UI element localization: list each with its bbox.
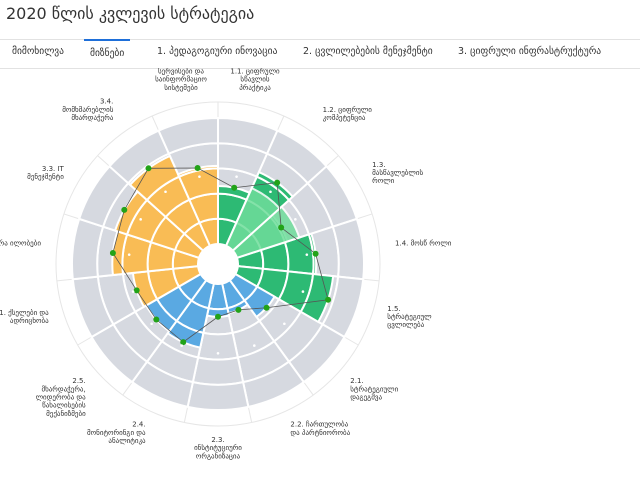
- wedge-marker: [283, 322, 286, 326]
- value-point: [274, 179, 281, 186]
- wedge-marker: [269, 190, 272, 194]
- category-label: 2.1. სტრატეგიული დაგეგმვა: [350, 377, 398, 401]
- radar-chart-area: 1.1. ციფრული სწავლის პრაქტიკა 1.2. ციფრული კ…: [0, 68, 640, 490]
- value-point: [231, 184, 238, 191]
- category-label: 2.5. მხარდაჭერა, ლიდერობა და წახალისების მექ…: [36, 377, 87, 418]
- tab-bar: მიმოხილვა მიზნები 1. პედაგოგიური ინოვაცი…: [0, 39, 640, 69]
- value-point: [235, 306, 242, 313]
- value-point: [109, 249, 116, 256]
- grid-spoke: [326, 155, 339, 167]
- wedge-marker: [235, 175, 238, 178]
- value-point: [133, 287, 140, 294]
- category-label: ინფრა ილობები: [0, 238, 41, 247]
- wedge-marker: [139, 218, 142, 221]
- category-label: 3.4. მომხმარებლის მხარდაჭერა: [62, 98, 114, 122]
- category-label: 3.5.პროგრამულიუზრუნველყოფის,სერვისები და…: [151, 68, 210, 92]
- value-point: [194, 165, 201, 172]
- radar-chart: 1.1. ციფრული სწავლის პრაქტიკა 1.2. ციფრული კ…: [0, 68, 452, 460]
- wedge-marker: [216, 352, 220, 355]
- ring-segment: [196, 331, 240, 361]
- grid-spoke: [276, 115, 285, 131]
- value-point: [121, 206, 128, 213]
- wedge-marker: [150, 322, 153, 326]
- category-label: 1. ქსელები და ადრიცხობა: [0, 309, 49, 325]
- wedge-marker: [253, 344, 256, 347]
- category-label: 1.5. სტრატეგიულ ცვლილება: [387, 305, 432, 329]
- wedge-marker: [180, 344, 183, 347]
- value-point: [263, 304, 270, 311]
- grid-spoke: [303, 381, 314, 396]
- grid-spoke: [183, 406, 189, 423]
- wedge-marker: [198, 175, 201, 178]
- tab-digital-infrastructure[interactable]: 3. ციფრული ინფრასტრუქტურა: [458, 46, 601, 57]
- category-label: 2.3. ინსტიტუციური ორგანიზაცია: [194, 436, 242, 460]
- ring-segment: [191, 356, 245, 386]
- grid-spoke: [356, 213, 373, 220]
- tab-pedagogical-innovation[interactable]: 1. პედაგოგიური ინოვაცია: [157, 46, 277, 57]
- wedge-marker: [305, 253, 309, 256]
- grid-spoke: [122, 381, 133, 396]
- value-point: [145, 165, 152, 172]
- grid-spoke: [56, 278, 73, 282]
- value-point: [278, 224, 285, 231]
- wedge-marker: [301, 290, 305, 293]
- grid-spoke: [77, 336, 92, 346]
- category-label: 1.2. ციფრული კომპეტენცია: [323, 105, 373, 122]
- wedge-marker: [294, 218, 297, 221]
- value-point: [153, 316, 160, 323]
- grid-spoke: [247, 406, 253, 423]
- value-point: [180, 339, 187, 346]
- tab-overview[interactable]: მიმოხილვა: [12, 46, 64, 57]
- grid-spoke: [151, 115, 160, 131]
- category-label: 1.3. მასწავლებლის როლი: [372, 161, 423, 185]
- tab-change-management[interactable]: 2. ცვლილებების მენეჯმენტი: [303, 46, 433, 57]
- category-label: 2.2. ჩართულობა და პარტნიორობა: [290, 420, 350, 437]
- value-point: [325, 296, 332, 303]
- wedge-marker: [164, 190, 167, 194]
- value-point: [215, 313, 221, 320]
- grid-spoke: [63, 213, 80, 220]
- tab-goals[interactable]: მიზნები: [84, 39, 131, 59]
- category-label: 1.1. ციფრული სწავლის პრაქტიკა: [230, 68, 280, 92]
- page-title: 2020 წლის კვლევის სტრატეგია: [6, 4, 255, 23]
- category-label: 1.4. მოსწ როლი: [395, 238, 452, 247]
- grid-spoke: [344, 336, 359, 346]
- category-label: 3.3. IT მენეჯმენტი: [27, 165, 64, 181]
- value-point: [312, 250, 319, 257]
- wedge-marker: [131, 290, 135, 293]
- grid-spoke: [363, 278, 380, 282]
- wedge-marker: [127, 253, 131, 256]
- ring-segment: [186, 380, 250, 411]
- grid-spoke: [97, 155, 110, 167]
- category-label: 2.4. მონიტორინგი და ანალიტიკა: [87, 421, 146, 445]
